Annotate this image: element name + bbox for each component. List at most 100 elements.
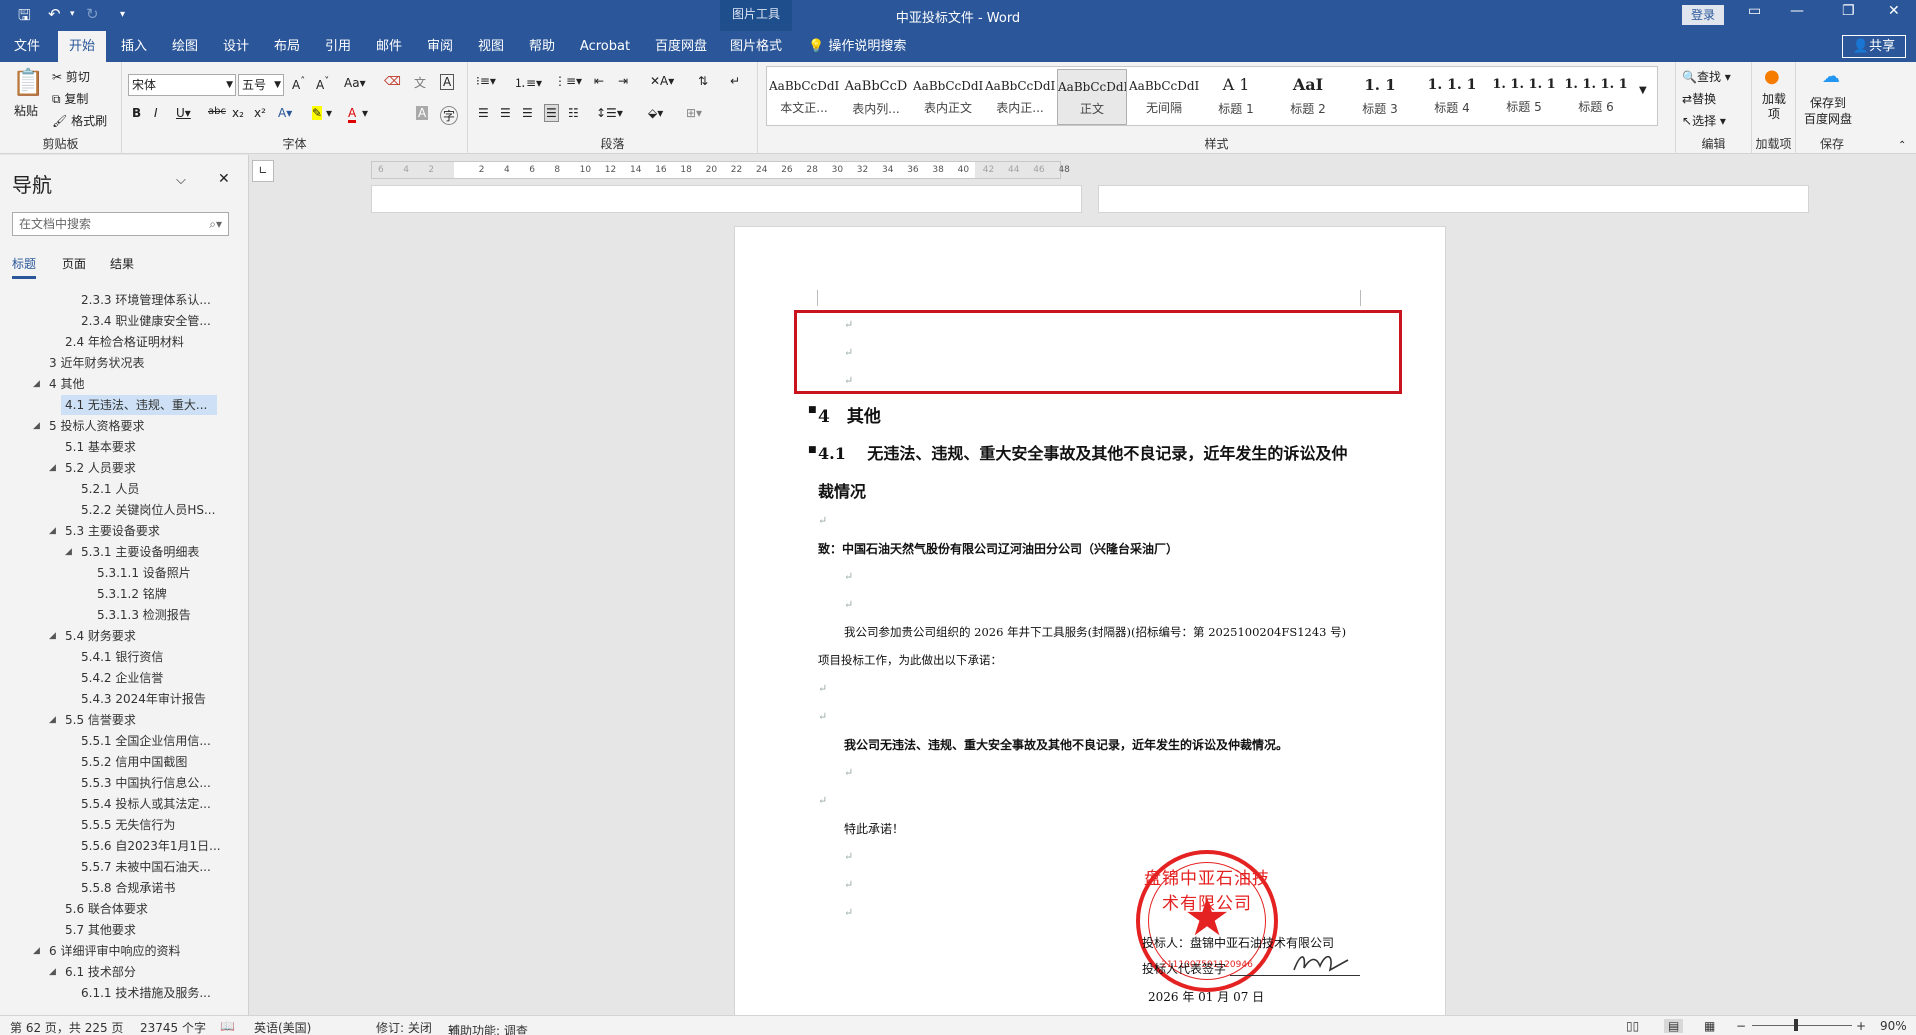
- collapse-arrow-icon[interactable]: ◢: [49, 626, 56, 646]
- subscript-icon[interactable]: x₂: [232, 106, 244, 120]
- phonetic-guide-icon[interactable]: 文: [414, 74, 426, 91]
- char-shading-icon[interactable]: A: [416, 106, 429, 120]
- distributed-icon[interactable]: ☷: [568, 106, 579, 120]
- nav-heading[interactable]: 5.4.3 2024年审计报告: [81, 689, 206, 709]
- zoom-level[interactable]: 90%: [1880, 1019, 1907, 1033]
- style-item[interactable]: AaBbCcDdI 无间隔: [1129, 69, 1199, 125]
- strikethrough-icon[interactable]: abc: [208, 106, 226, 117]
- multilevel-list-icon[interactable]: ⋮≡▾: [554, 74, 582, 88]
- align-center-icon[interactable]: ☰: [500, 106, 511, 120]
- nav-heading[interactable]: 5.5.8 合规承诺书: [81, 878, 175, 898]
- nav-heading[interactable]: 2.3.4 职业健康安全管...: [81, 311, 211, 331]
- nav-heading[interactable]: 5.4.2 企业信誉: [81, 668, 163, 688]
- zoom-slider[interactable]: [1752, 1025, 1852, 1026]
- nav-heading[interactable]: 2.4 年检合格证明材料: [65, 332, 184, 352]
- nav-heading[interactable]: ◢ 5.4 财务要求: [49, 626, 136, 646]
- tab-file[interactable]: 文件: [4, 31, 50, 62]
- highlight-icon[interactable]: ✎: [312, 106, 323, 120]
- tab-baidu[interactable]: 百度网盘: [646, 31, 716, 62]
- nav-heading[interactable]: ◢ 5.5 信誉要求: [49, 710, 136, 730]
- nav-heading[interactable]: 5.5.2 信用中国截图: [81, 752, 187, 772]
- style-item[interactable]: AaBbCcDdI 表内正...: [985, 69, 1055, 125]
- tab-picture-format[interactable]: 图片格式: [722, 31, 790, 62]
- nav-heading[interactable]: ◢ 6 详细评审中响应的资料: [33, 941, 180, 961]
- tab-layout[interactable]: 布局: [265, 31, 309, 62]
- styles-more-icon[interactable]: ▼: [1639, 85, 1647, 96]
- word-count[interactable]: 23745 个字: [140, 1019, 206, 1035]
- format-painter-button[interactable]: 🖌 格式刷: [52, 112, 107, 129]
- increase-indent-icon[interactable]: ⇥: [618, 74, 628, 88]
- paste-icon[interactable]: 📋: [12, 68, 44, 98]
- language[interactable]: 英语(美国): [254, 1019, 311, 1035]
- clear-format-icon[interactable]: ⌫: [384, 74, 401, 88]
- style-item[interactable]: AaBbCcD 表内列...: [841, 69, 911, 125]
- style-item[interactable]: 1. 1. 1 标题 4: [1417, 69, 1487, 125]
- collapse-arrow-icon[interactable]: ◢: [65, 542, 72, 562]
- highlight-dropdown-icon[interactable]: ▾: [326, 106, 332, 120]
- nav-heading[interactable]: 3 近年财务状况表: [49, 353, 144, 373]
- read-mode-icon[interactable]: ▯▯: [1626, 1019, 1639, 1033]
- close-icon[interactable]: ✕: [218, 171, 230, 187]
- style-item[interactable]: 1. 1. 1. 1 标题 6: [1561, 69, 1631, 125]
- collapse-arrow-icon[interactable]: ◢: [49, 962, 56, 982]
- nav-heading[interactable]: 5.6 联合体要求: [65, 899, 148, 919]
- bullets-icon[interactable]: ⁝≡▾: [476, 74, 496, 88]
- nav-heading[interactable]: ◢ 5 投标人资格要求: [33, 416, 144, 436]
- align-left-icon[interactable]: ☰: [478, 106, 489, 120]
- print-layout-icon[interactable]: ▤: [1664, 1019, 1684, 1033]
- style-item[interactable]: AaBbCcDdI 表内正文: [913, 69, 983, 125]
- page-count[interactable]: 第 62 页，共 225 页: [10, 1019, 123, 1035]
- tab-references[interactable]: 引用: [316, 31, 360, 62]
- change-case-icon[interactable]: Aa▾: [344, 76, 366, 90]
- cut-button[interactable]: ✂ 剪切: [52, 68, 90, 85]
- show-marks-icon[interactable]: ↵: [730, 74, 740, 88]
- style-item[interactable]: AaBbCcDdI 本文正...: [769, 69, 839, 125]
- tab-view[interactable]: 视图: [469, 31, 513, 62]
- addin-icon[interactable]: ●: [1764, 66, 1780, 87]
- nav-heading[interactable]: 5.5.5 无失信行为: [81, 815, 175, 835]
- track-changes-status[interactable]: 修订: 关闭: [376, 1019, 432, 1035]
- nav-tab-headings[interactable]: 标题: [12, 255, 37, 279]
- ribbon-display-icon[interactable]: ▭: [1748, 3, 1761, 19]
- nav-heading[interactable]: 5.3.1.1 设备照片: [97, 563, 191, 583]
- numbering-icon[interactable]: ⒈≡▾: [514, 74, 542, 91]
- save-to-button[interactable]: 保存到: [1810, 94, 1846, 111]
- font-color-icon[interactable]: A: [348, 106, 357, 123]
- collapse-arrow-icon[interactable]: ◢: [33, 941, 40, 961]
- nav-heading-selected[interactable]: 4.1 无违法、违规、重大...: [61, 395, 217, 415]
- share-button[interactable]: 👤共享: [1842, 35, 1906, 58]
- nav-tab-pages[interactable]: 页面: [62, 255, 86, 272]
- style-item[interactable]: 1. 1 标题 3: [1345, 69, 1415, 125]
- nav-tab-results[interactable]: 结果: [110, 255, 134, 272]
- collapse-arrow-icon[interactable]: ◢: [33, 416, 40, 436]
- find-button[interactable]: 🔍查找 ▾: [1682, 68, 1731, 85]
- zoom-in-icon[interactable]: +: [1856, 1019, 1866, 1033]
- nav-search-input[interactable]: 在文档中搜索 ⌕▾: [12, 212, 229, 236]
- tab-help[interactable]: 帮助: [520, 31, 564, 62]
- nav-heading[interactable]: 2.3.3 环境管理体系认...: [81, 290, 211, 310]
- zoom-slider-thumb[interactable]: [1794, 1019, 1798, 1031]
- sort-icon[interactable]: ⇅: [698, 74, 708, 88]
- bold-icon[interactable]: B: [132, 106, 141, 120]
- nav-heading[interactable]: ◢ 5.3 主要设备要求: [49, 521, 160, 541]
- style-item-normal[interactable]: AaBbCcDdI 正文: [1057, 69, 1127, 125]
- tell-me-search[interactable]: 💡 操作说明搜索: [808, 31, 906, 62]
- align-right-icon[interactable]: ☰: [522, 106, 533, 120]
- nav-heading[interactable]: 5.2.1 人员: [81, 479, 139, 499]
- collapse-arrow-icon[interactable]: ◢: [49, 710, 56, 730]
- nav-heading[interactable]: ◢ 6.1 技术部分: [49, 962, 136, 982]
- paste-button[interactable]: 粘贴: [14, 102, 38, 119]
- nav-heading[interactable]: 5.5.1 全国企业信用信...: [81, 731, 211, 751]
- nav-heading[interactable]: ◢ 5.2 人员要求: [49, 458, 136, 478]
- proofing-icon[interactable]: 📖: [220, 1019, 235, 1033]
- tab-draw[interactable]: 绘图: [163, 31, 207, 62]
- nav-heading[interactable]: 5.3.1.3 检测报告: [97, 605, 191, 625]
- tab-acrobat[interactable]: Acrobat: [574, 31, 636, 62]
- text-effects-icon[interactable]: A▾: [278, 106, 292, 120]
- nav-heading[interactable]: 6.1.1 技术措施及服务...: [81, 983, 211, 1003]
- tab-home[interactable]: 开始: [58, 31, 106, 62]
- tab-selector[interactable]: ∟: [252, 160, 274, 182]
- tab-mailings[interactable]: 邮件: [367, 31, 411, 62]
- char-border-icon[interactable]: A: [440, 74, 455, 90]
- shrink-font-icon[interactable]: A˅: [316, 76, 329, 92]
